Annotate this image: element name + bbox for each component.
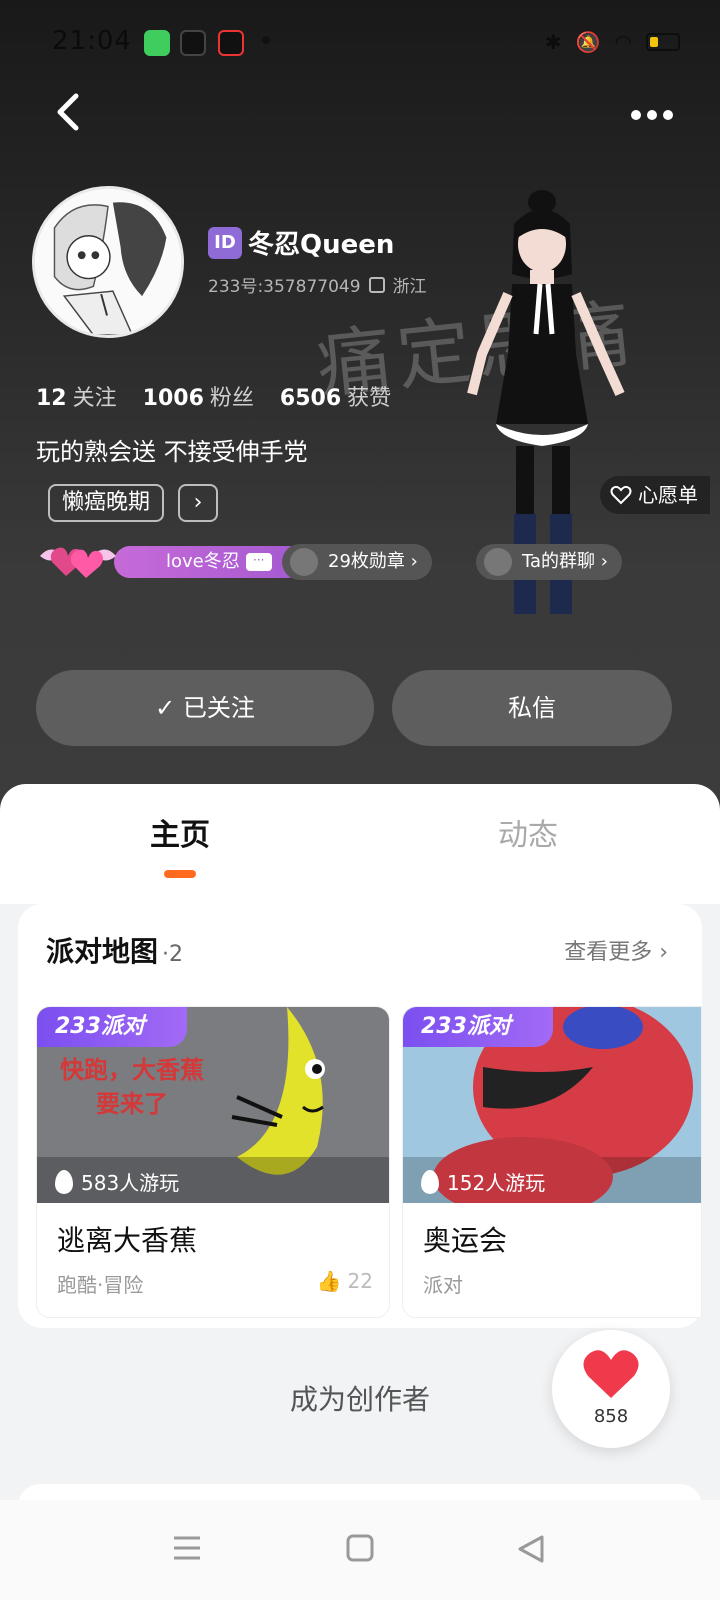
location: 浙江 — [392, 277, 427, 297]
game-category: 派对 — [423, 1273, 463, 1297]
following-stat[interactable]: 12 关注 — [36, 380, 117, 412]
like-fab[interactable]: 858 — [552, 1330, 670, 1448]
game-card[interactable]: 快跑，大香蕉 要来了 233派对 583人游玩 逃离大香蕉 跑酷·冒险 👍 22 — [36, 1006, 390, 1318]
hearts-wings-icon — [40, 547, 116, 578]
status-icons: ✱ 🔕 ◠ — [545, 30, 680, 54]
menu-icon[interactable] — [172, 1534, 202, 1562]
party-map-card: 派对地图 ·2 查看更多 › 快跑，大香蕉 要来了 233派对 583人游玩 逃离大… — [18, 904, 702, 1328]
id-badge: ID — [208, 226, 242, 259]
profile-tag[interactable]: 懒癌晚期 — [48, 484, 165, 522]
back-nav-icon[interactable] — [516, 1534, 546, 1564]
party-map-title: 派对地图 ·2 — [46, 935, 184, 968]
likes-stat[interactable]: 6506 获赞 — [280, 380, 391, 412]
medals-pill[interactable]: 29枚勋章 › — [282, 544, 432, 580]
active-tab-indicator — [164, 870, 196, 878]
flame-icon — [421, 1169, 439, 1194]
player-count: 152人游玩 — [421, 1167, 545, 1196]
bio: 玩的熟会送 不接受伸手党 — [36, 438, 308, 466]
wechat-app-icon — [144, 30, 170, 56]
thumbnail-caption: 快跑，大香蕉 要来了 — [60, 1056, 204, 1118]
game-category: 跑酷·冒险 — [57, 1273, 144, 1297]
tab-posts[interactable]: 动态 — [498, 810, 558, 854]
player-count: 583人游玩 — [55, 1167, 179, 1196]
group-chat-icon — [484, 548, 512, 576]
status-time: 21:04 — [52, 26, 132, 56]
username: 冬忍Queen — [248, 230, 395, 260]
game-thumbnail: 233派对 152人游玩 — [403, 1007, 701, 1203]
notification-dot-icon — [262, 36, 270, 44]
chevron-right-icon[interactable]: › — [178, 484, 219, 522]
name-row: ID 冬忍Queen — [208, 224, 394, 261]
tabs-sheet — [0, 784, 720, 904]
profile-header: 21:04 ✱ 🔕 ◠ ID 冬忍Queen 233号:357877049 浙江… — [0, 0, 720, 820]
mute-icon: 🔕 — [575, 30, 601, 54]
wishlist-button[interactable]: 心愿单 — [600, 476, 710, 514]
tag-row: 懒癌晚期 › — [48, 484, 219, 522]
followers-stat[interactable]: 1006 粉丝 — [143, 380, 254, 412]
heart-icon — [583, 1350, 639, 1398]
chat-bubble-icon: ··· — [245, 553, 272, 571]
party-badge: 233派对 — [403, 1007, 553, 1047]
message-button[interactable]: 私信 — [392, 670, 672, 746]
more-options-icon[interactable] — [630, 96, 674, 126]
user-id: 233号:357877049 — [208, 277, 361, 297]
game-name: 奥运会 — [423, 1224, 508, 1257]
wifi-icon: ◠ — [614, 30, 632, 54]
badge-pills: love冬忍 ··· 29枚勋章 › Ta的群聊 › — [36, 540, 716, 584]
tab-home[interactable]: 主页 — [150, 810, 210, 854]
avatar[interactable] — [32, 186, 184, 338]
bluetooth-icon: ✱ — [544, 30, 562, 54]
like-count: 858 — [593, 1406, 629, 1427]
battery-icon — [646, 33, 680, 51]
status-bar: 21:04 ✱ 🔕 ◠ — [0, 22, 720, 62]
following-button[interactable]: ✓ 已关注 — [36, 670, 374, 746]
stats-row: 12 关注 1006 粉丝 6506 获赞 — [36, 380, 391, 412]
medal-icon — [290, 548, 318, 576]
tiktok-lite-icon — [218, 30, 244, 56]
game-thumbnail: 快跑，大香蕉 要来了 233派对 583人游玩 — [37, 1007, 389, 1203]
tiktok-icon — [180, 30, 206, 56]
flame-icon — [55, 1169, 73, 1194]
party-badge: 233派对 — [37, 1007, 187, 1047]
game-name: 逃离大香蕉 — [57, 1224, 198, 1257]
back-icon[interactable] — [52, 90, 92, 140]
thumbs-up-icon: 👍 — [316, 1269, 342, 1293]
home-icon[interactable] — [346, 1534, 374, 1562]
heart-outline-icon — [610, 485, 632, 505]
copy-icon[interactable] — [368, 276, 385, 293]
see-more-link[interactable]: 查看更多 › — [564, 934, 668, 966]
group-chat-pill[interactable]: Ta的群聊 › — [476, 544, 622, 580]
uid-row: 233号:357877049 浙江 — [208, 272, 427, 297]
game-likes[interactable]: 👍 22 — [317, 1269, 373, 1293]
system-nav-bar — [0, 1500, 720, 1600]
game-card[interactable]: 233派对 152人游玩 奥运会 派对 — [402, 1006, 702, 1318]
check-icon: ✓ — [155, 694, 176, 722]
